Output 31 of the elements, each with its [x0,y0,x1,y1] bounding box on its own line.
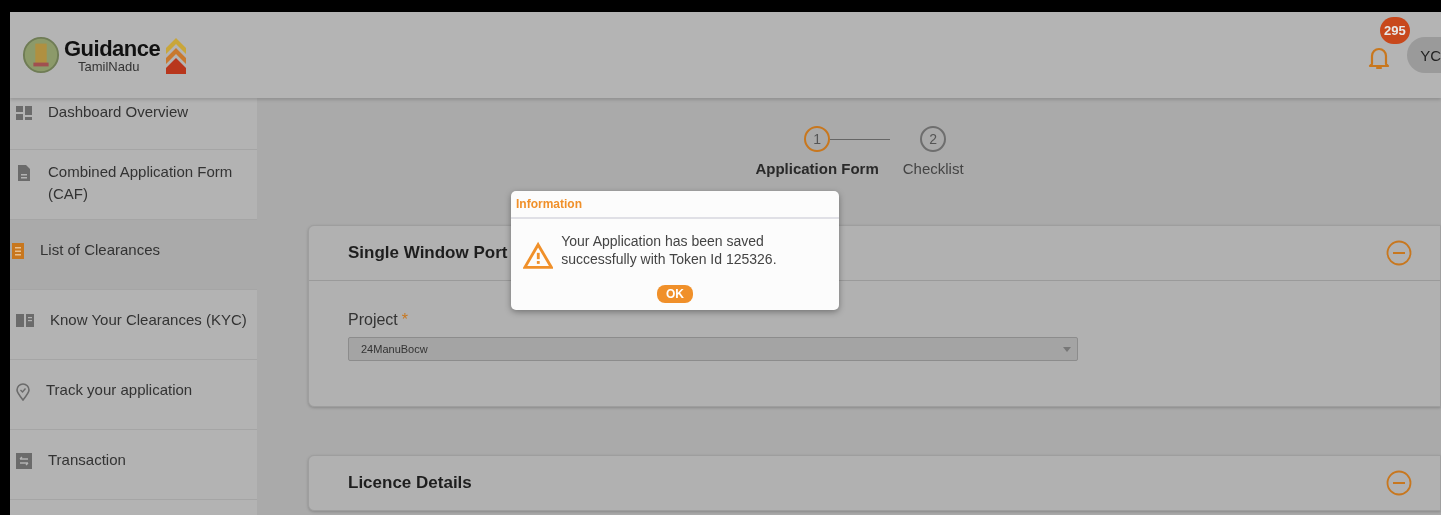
collapse-icon[interactable] [1386,470,1412,496]
dropdown-caret-icon [1063,346,1071,352]
sidebar-item[interactable]: Track your application [10,360,257,430]
list-icon [12,243,24,259]
sidebar-item[interactable]: Know Your Clearances (KYC) [10,290,257,360]
step-number: 1 [804,126,831,152]
transfer-icon [16,453,32,469]
notification-badge: 295 [1380,17,1410,44]
sidebar-item[interactable]: Transaction [10,430,257,500]
book-icon [16,313,34,327]
chevron-logo-icon [164,36,189,74]
step-number: 2 [920,126,947,152]
user-avatar[interactable]: YC [1407,37,1441,73]
step-label: Checklist [901,160,965,177]
logo-subtitle: TamilNadu [77,59,141,73]
logo-title: Guidance [64,37,161,60]
panel-title: Licence Details [348,473,472,493]
document-icon [16,165,32,181]
panel-title: Single Window Port [348,243,508,263]
step-label: Application Form [754,160,880,177]
sidebar-item[interactable]: Dashboard Overview [10,98,257,150]
bell-icon[interactable] [1367,45,1391,71]
collapse-icon[interactable] [1386,240,1412,266]
field-label: Project * [348,311,410,329]
project-select[interactable]: 24ManuBocw [348,337,1078,361]
dialog-title: Information [511,191,839,219]
dialog-message: Your Application has been saved successfully with Token Id 125326. [561,232,778,268]
emblem-icon [22,36,60,74]
sidebar-item[interactable]: Combined Application Form (CAF) [10,150,257,220]
location-pin-icon [16,383,30,401]
grid-icon [16,105,32,121]
